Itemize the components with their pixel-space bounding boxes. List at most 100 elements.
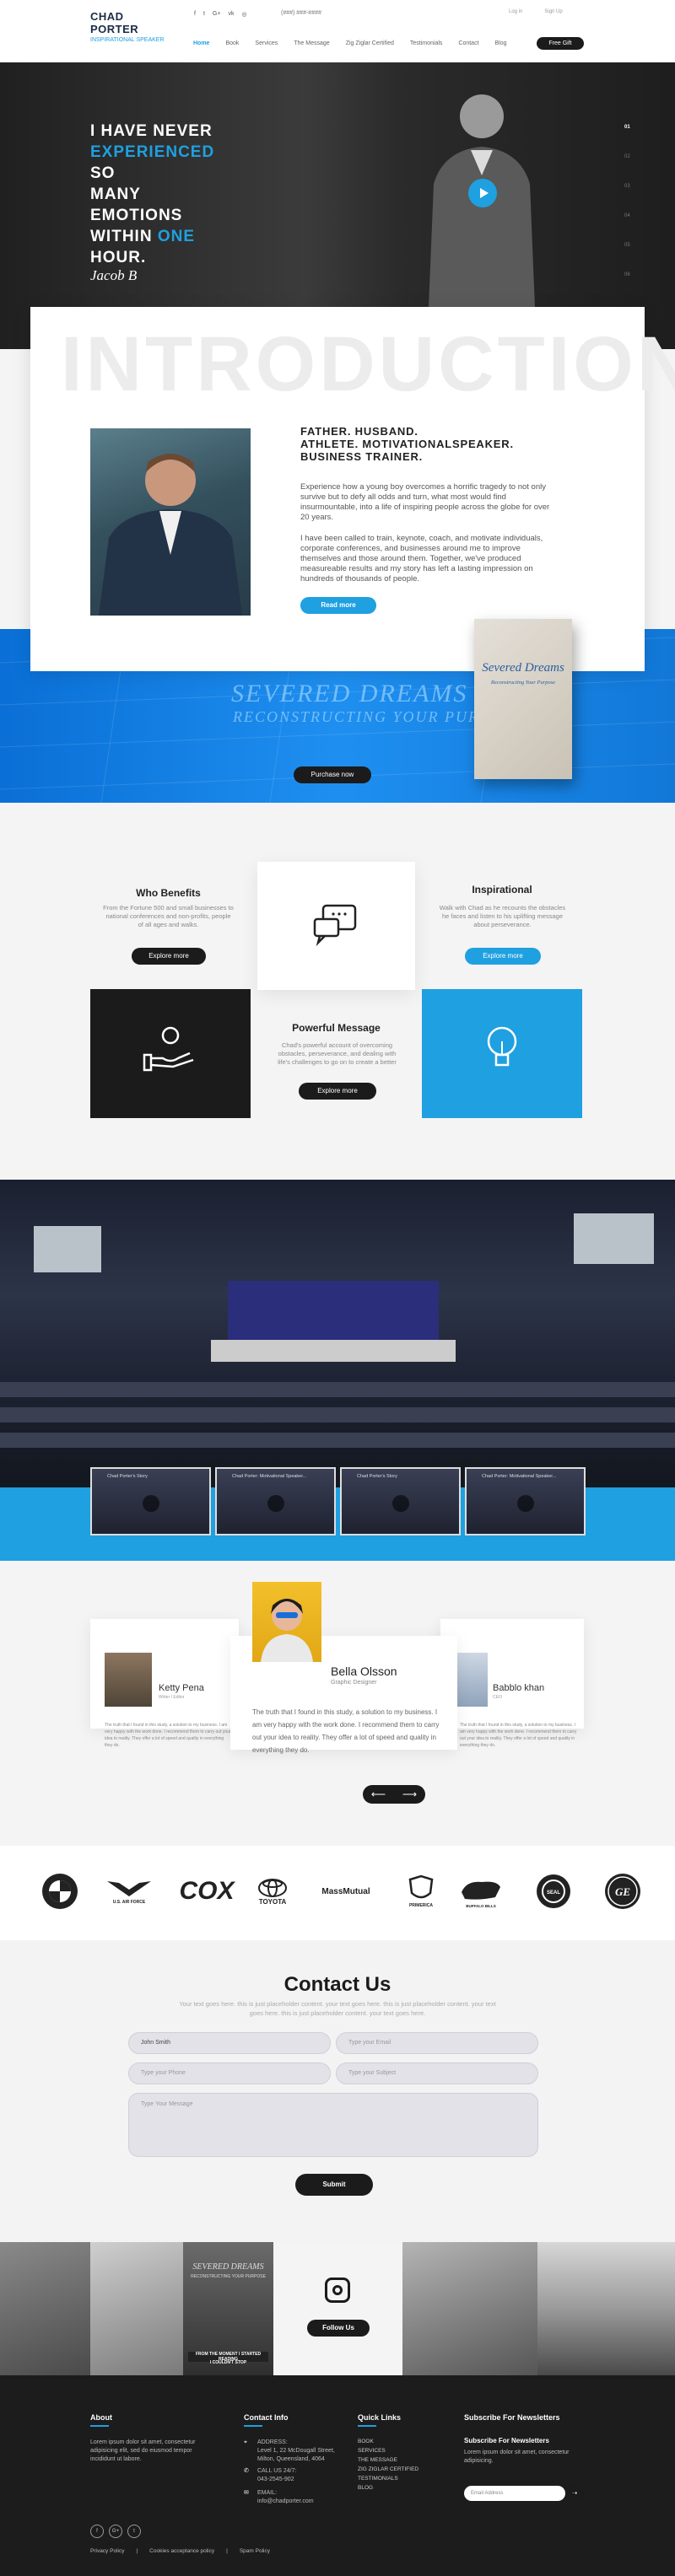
follow-us-button[interactable]: Follow Us	[307, 2320, 370, 2337]
hand-card	[90, 989, 251, 1118]
footer-link[interactable]: THE MESSAGE	[358, 2457, 418, 2463]
instagram-photo[interactable]	[537, 2242, 675, 2375]
footer-link[interactable]: ZIG ZIGLAR CERTIFIED	[358, 2466, 418, 2472]
play-icon	[267, 1495, 284, 1512]
air-force-logo: U.S. AIR FORCE	[100, 1867, 159, 1916]
footer-contact-heading: Contact Info	[244, 2413, 289, 2427]
divider: |	[136, 2548, 138, 2554]
nav-item-home[interactable]: Home	[193, 40, 209, 46]
inspirational-title: Inspirational	[472, 884, 532, 895]
book-cover[interactable]: Severed Dreams Reconstructing Your Purpo…	[474, 619, 572, 779]
hero-line: HOUR.	[90, 249, 147, 266]
spam-policy-link[interactable]: Spam Policy	[240, 2548, 270, 2554]
newsletter-submit-arrow-icon[interactable]: ➝	[565, 2486, 584, 2501]
video-title: Chad Porter's Story	[357, 1474, 397, 1479]
mail-icon: ✉	[244, 2490, 249, 2496]
email-value[interactable]: info@chadporter.com	[257, 2498, 314, 2504]
play-video-button[interactable]	[468, 179, 497, 207]
nav-item-contact[interactable]: Contact	[458, 40, 478, 46]
free-gift-button[interactable]: Free Gift	[537, 37, 584, 50]
newsletter-email-input[interactable]: Email Address	[464, 2486, 565, 2501]
facebook-icon[interactable]: f	[90, 2525, 104, 2538]
toyota-text: TOYOTA	[258, 1897, 287, 1906]
video-thumbnail[interactable]: Chad Porter's Story	[90, 1467, 211, 1535]
primerica-text: PRIMERICA	[408, 1903, 434, 1908]
site-logo[interactable]: CHAD PORTER INSPIRATIONAL SPEAKER	[90, 10, 166, 52]
buffalo-emblem	[462, 1881, 500, 1900]
nav-item-book[interactable]: Book	[225, 40, 239, 46]
inspirational-text: Walk with Chad as he recounts the obstac…	[439, 904, 566, 928]
footer-heading-text: Contact Info	[244, 2413, 289, 2422]
nav-item-blog[interactable]: Blog	[495, 40, 507, 46]
footer-link[interactable]: TESTIMONIALS	[358, 2476, 418, 2482]
pager-item[interactable]: 02	[624, 154, 630, 159]
nav-item-services[interactable]: Services	[255, 40, 278, 46]
powerful-message-explore-button[interactable]: Explore more	[299, 1083, 376, 1100]
message-field[interactable]: Type Your Message	[128, 2093, 538, 2157]
instagram-photo[interactable]	[90, 2242, 183, 2375]
pager-item[interactable]: 04	[624, 213, 630, 218]
arrow-left-icon[interactable]: ⟵	[371, 1788, 386, 1800]
avatar-figure	[261, 1599, 313, 1662]
intro-paragraph: Experience how a young boy overcomes a h…	[300, 482, 550, 522]
cookies-policy-link[interactable]: Cookies acceptance policy	[149, 2548, 214, 2554]
introduction-watermark: INTRODUCTION	[61, 321, 675, 407]
header-phone[interactable]: (###) ###-####	[281, 10, 321, 16]
google-plus-icon[interactable]: G+	[213, 11, 221, 18]
toyota-emblem	[258, 1878, 287, 1897]
submit-button[interactable]: Submit	[295, 2174, 373, 2196]
google-plus-icon[interactable]: G+	[109, 2525, 122, 2538]
seal-logo: SEAL	[533, 1867, 574, 1916]
footer-link[interactable]: BOOK	[358, 2439, 418, 2444]
who-benefits-explore-button[interactable]: Explore more	[132, 948, 206, 965]
signup-link[interactable]: Sign Up	[544, 9, 562, 14]
name-field[interactable]: John Smith	[128, 2032, 331, 2054]
twitter-icon[interactable]: t	[203, 11, 205, 18]
phone-field[interactable]: Type your Phone	[128, 2062, 331, 2084]
instagram-icon[interactable]: ◎	[241, 11, 246, 18]
pager-item[interactable]: 06	[624, 272, 630, 277]
inspirational-explore-button[interactable]: Explore more	[465, 948, 541, 965]
video-thumbnail[interactable]: Chad Porter: Motivational Speaker...	[215, 1467, 336, 1535]
instagram-photo[interactable]	[0, 2242, 90, 2375]
footer-link[interactable]: BLOG	[358, 2485, 418, 2491]
logo-text: CHAD PORTER	[90, 10, 139, 35]
toyota-logo: TOYOTA	[249, 1867, 296, 1916]
testimonial-text: The truth that I found in this study, a …	[460, 1723, 577, 1748]
email-label: EMAIL:	[257, 2490, 277, 2496]
vk-icon[interactable]: vk	[228, 11, 234, 18]
footer-link[interactable]: SERVICES	[358, 2448, 418, 2454]
hero-line: WITHIN ONE	[90, 226, 234, 247]
book-cover-title: Severed Dreams	[482, 661, 564, 675]
chad-portrait	[90, 428, 251, 616]
testimonial-role: Graphic Designer	[331, 1680, 377, 1686]
twitter-icon[interactable]: t	[127, 2525, 141, 2538]
nav-item-testimonials[interactable]: Testimonials	[410, 40, 443, 46]
video-title: Chad Porter: Motivational Speaker...	[482, 1474, 557, 1479]
purchase-button[interactable]: Purchase now	[294, 766, 371, 783]
privacy-policy-link[interactable]: Privacy Policy	[90, 2548, 124, 2554]
pager-item[interactable]: 01	[624, 125, 630, 130]
pager-item[interactable]: 05	[624, 243, 630, 248]
instagram-photo[interactable]: SEVERED DREAMS RECONSTRUCTING YOUR PURPO…	[183, 2242, 273, 2375]
logo-tagline: INSPIRATIONAL SPEAKER	[90, 37, 165, 43]
footer-bottom-links: Privacy Policy | Cookies acceptance poli…	[90, 2548, 270, 2554]
email-field[interactable]: Type your Email	[336, 2032, 538, 2054]
video-thumbnail[interactable]: Chad Porter's Story	[340, 1467, 461, 1535]
login-link[interactable]: Log in	[509, 9, 522, 14]
testimonial-name: Ketty Pena	[159, 1683, 204, 1693]
instagram-photo[interactable]	[402, 2242, 537, 2375]
nav-item-message[interactable]: The Message	[294, 40, 329, 46]
footer-heading-text: Subscribe For Newsletters	[464, 2413, 560, 2422]
read-more-button[interactable]: Read more	[300, 597, 376, 614]
footer-newsletter-subheading: Subscribe For Newsletters	[464, 2437, 549, 2444]
subject-field[interactable]: Type your Subject	[336, 2062, 538, 2084]
testimonial-text: The truth that I found in this study, a …	[105, 1723, 231, 1748]
pager-item[interactable]: 03	[624, 184, 630, 189]
poster-title: SEVERED DREAMS	[192, 2262, 264, 2272]
arrow-right-icon[interactable]: ⟶	[402, 1788, 417, 1800]
facebook-icon[interactable]: f	[194, 11, 196, 18]
nav-item-zig[interactable]: Zig Ziglar Certified	[346, 40, 394, 46]
video-thumbnail[interactable]: Chad Porter: Motivational Speaker...	[465, 1467, 586, 1535]
call-value[interactable]: 043-2545-902	[257, 2477, 294, 2482]
